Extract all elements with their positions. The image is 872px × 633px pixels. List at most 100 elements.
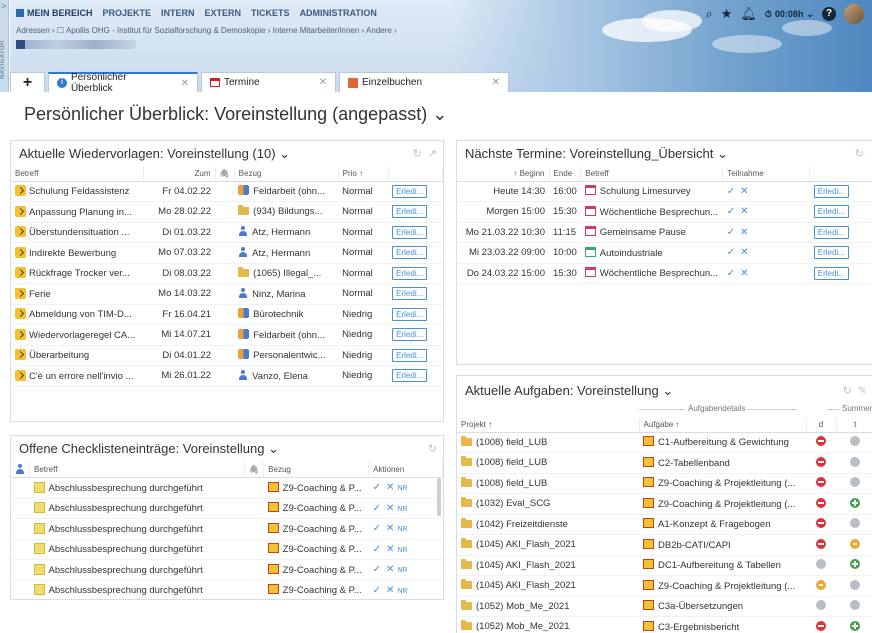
table-row[interactable]: (1008) field_LUB C2-Tabellenband xyxy=(457,452,872,474)
check-icon[interactable]: ✓ xyxy=(373,482,381,493)
row-betreff[interactable]: Anpassung Planung in... xyxy=(11,201,143,223)
table-row[interactable]: (1008) field_LUB C1-Aufbereitung & Gewich… xyxy=(457,432,872,453)
menu-extern[interactable]: EXTERN xyxy=(205,8,242,18)
navigator-expand-icon[interactable]: > xyxy=(1,2,6,11)
navigator-rail[interactable]: > NAVIGATOR xyxy=(0,0,9,92)
close-icon[interactable]: ✕ xyxy=(486,77,500,88)
table-row[interactable]: Heute 14:30 16:00 Schulung Limesurvey ✓ ✕ Erl… xyxy=(457,181,872,202)
refresh-icon[interactable]: ↻ xyxy=(413,147,422,160)
row-betreff[interactable]: Abschlussbesprechung durchgeführt xyxy=(29,580,245,599)
panel-title[interactable]: Aktuelle Aufgaben: Voreinstellung ⌄ xyxy=(465,383,673,399)
row-bezug[interactable]: (934) Bildungs... xyxy=(234,201,339,223)
col-betreff[interactable]: Betreff xyxy=(11,167,144,182)
row-betreff[interactable]: Schulung Feldassistenz xyxy=(11,181,143,202)
row-bezug[interactable]: Ninz, Marina xyxy=(234,283,339,305)
col-betreff[interactable]: Betreff xyxy=(580,167,724,182)
row-bezug[interactable]: Personalentwic... xyxy=(234,345,339,366)
erledigt-button[interactable]: Erledi... xyxy=(813,205,849,219)
row-betreff[interactable]: Abschlussbesprechung durchgeführt xyxy=(29,539,245,560)
table-row[interactable]: Überstundensituation ... Di 01.03.22 Atz, … xyxy=(11,222,443,243)
tab-termine[interactable]: Termine ✕ xyxy=(201,72,336,92)
erledigt-button[interactable]: Erledi... xyxy=(813,266,849,280)
erledigt-button[interactable]: Erledi... xyxy=(392,205,428,219)
open-external-icon[interactable]: ↗ xyxy=(428,147,437,160)
col-ende[interactable]: Ende xyxy=(549,167,582,182)
check-icon[interactable]: ✓ xyxy=(373,585,381,596)
row-projekt[interactable]: (1052) Mob_Me_2021 xyxy=(457,596,639,617)
erledigt-button[interactable]: Erledi... xyxy=(392,287,428,301)
row-betreff[interactable]: Gemeinsame Pause xyxy=(580,222,723,243)
row-aufgabe[interactable]: C3a-Übersetzungen xyxy=(639,596,806,617)
panel-title[interactable]: Aktuelle Wiedervorlagen: Voreinstellung … xyxy=(19,146,290,162)
accept-icon[interactable]: ✓ xyxy=(727,247,735,258)
table-row[interactable]: Überarbeitung Di 04.01.22 Personalentwic..… xyxy=(11,345,443,366)
row-aufgabe[interactable]: A1-Konzept & Fragebogen xyxy=(639,514,806,535)
row-aufgabe[interactable]: DC1-Aufbereitung & Tabellen xyxy=(639,555,806,576)
accept-icon[interactable]: ✓ xyxy=(727,227,735,238)
erledigt-button[interactable]: Erledi... xyxy=(813,184,849,198)
row-aufgabe[interactable]: Z9-Coaching & Projektleitung (... xyxy=(639,473,806,494)
decline-icon[interactable]: ✕ xyxy=(740,268,748,279)
table-row[interactable]: Wiedervorlageregel CA... Mi 14.07.21 Felda… xyxy=(11,324,443,346)
table-row[interactable]: Abschlussbesprechung durchgeführt Z9-Coac… xyxy=(11,580,443,599)
row-projekt[interactable]: (1045) AKI_Flash_2021 xyxy=(457,534,639,556)
table-row[interactable]: Ferie Mo 14.03.22 Ninz, Marina Normal Erledi… xyxy=(11,283,443,305)
check-icon[interactable]: ✓ xyxy=(373,564,381,575)
row-betreff[interactable]: Ferie xyxy=(11,283,143,305)
decline-icon[interactable]: ✕ xyxy=(740,247,748,258)
erledigt-button[interactable]: Erledi... xyxy=(813,225,849,239)
row-aufgabe[interactable]: Z9-Coaching & Projektleitung (... xyxy=(639,575,806,597)
row-bezug[interactable]: Z9-Coaching & P... xyxy=(263,518,369,540)
help-icon[interactable]: ? xyxy=(822,7,836,21)
add-tab-button[interactable]: + xyxy=(10,72,45,92)
row-projekt[interactable]: (1052) Mob_Me_2021 xyxy=(457,616,639,633)
time-tracker[interactable]: ⏱︎ 00:08h ⌄ xyxy=(765,9,814,20)
panel-title[interactable]: Nächste Termine: Voreinstellung_Übersich… xyxy=(465,146,728,162)
erledigt-button[interactable]: Erledi... xyxy=(392,369,428,383)
row-projekt[interactable]: (1045) AKI_Flash_2021 xyxy=(457,575,639,597)
col-aufgabe[interactable]: Aufgabe ↑ xyxy=(639,418,807,433)
col-bezug[interactable]: Bezug xyxy=(263,462,370,478)
row-projekt[interactable]: (1045) AKI_Flash_2021 xyxy=(457,555,639,576)
close-icon[interactable]: ✕ xyxy=(386,544,394,555)
close-icon[interactable]: ✕ xyxy=(386,585,394,596)
row-bezug[interactable]: Z9-Coaching & P... xyxy=(263,539,369,560)
row-aufgabe[interactable]: C2-Tabellenband xyxy=(639,452,806,474)
table-row[interactable]: Rückfrage Trocker ver... Di 08.03.22 (1065… xyxy=(11,263,443,284)
col-zum[interactable]: Zum xyxy=(143,167,216,182)
table-row[interactable]: (1042) Freizeitdienste A1-Konzept & Frage… xyxy=(457,514,872,535)
col-beginn[interactable]: ↑ Beginn xyxy=(457,167,550,182)
close-icon[interactable]: ✕ xyxy=(313,77,327,88)
close-icon[interactable]: ✕ xyxy=(386,523,394,534)
menu-intern[interactable]: INTERN xyxy=(161,8,195,18)
tab-persoenlicher-ueberblick[interactable]: i Persönlicher Überblick ✕ xyxy=(48,72,198,94)
erledigt-button[interactable]: Erledi... xyxy=(392,348,428,362)
erledigt-button[interactable]: Erledi... xyxy=(392,307,428,321)
menu-projekte[interactable]: PROJEKTE xyxy=(103,8,152,18)
bell-icon[interactable]: 🔔︎ xyxy=(740,6,757,22)
accept-icon[interactable]: ✓ xyxy=(727,186,735,197)
row-aufgabe[interactable]: Z9-Coaching & Projektleitung (... xyxy=(639,493,806,515)
row-betreff[interactable]: Abschlussbesprechung durchgeführt xyxy=(29,559,245,581)
breadcrumb[interactable]: Adressen › ☐ Apollis OHG - Institut für … xyxy=(16,26,397,35)
row-betreff[interactable]: Indirekte Bewerbung xyxy=(11,242,143,264)
nr-button[interactable]: NR xyxy=(397,567,407,574)
nr-button[interactable]: NR xyxy=(397,506,407,513)
col-projekt[interactable]: Projekt ↑ xyxy=(457,418,640,433)
nr-button[interactable]: NR xyxy=(397,485,407,492)
row-aufgabe[interactable]: DB2b-CATI/CAPI xyxy=(639,534,806,556)
row-betreff[interactable]: Wiedervorlageregel CA... xyxy=(11,324,143,346)
table-row[interactable]: (1052) Mob_Me_2021 C3a-Übersetzungen xyxy=(457,596,872,617)
table-row[interactable]: Abschlussbesprechung durchgeführt Z9-Coac… xyxy=(11,518,443,540)
row-projekt[interactable]: (1042) Freizeitdienste xyxy=(457,514,639,535)
row-projekt[interactable]: (1032) Eval_SCG xyxy=(457,493,639,515)
col-betreff[interactable]: Betreff xyxy=(29,462,245,478)
erledigt-button[interactable]: Erledi... xyxy=(392,225,428,239)
row-betreff[interactable]: Schulung Limesurvey xyxy=(580,181,723,202)
search-icon[interactable]: ⌕ xyxy=(705,6,712,22)
row-bezug[interactable]: Z9-Coaching & P... xyxy=(263,580,369,599)
decline-icon[interactable]: ✕ xyxy=(740,206,748,217)
row-betreff[interactable]: Abschlussbesprechung durchgeführt xyxy=(29,477,245,499)
nr-button[interactable]: NR xyxy=(397,588,407,595)
row-betreff[interactable]: Wöchentliche Besprechun... xyxy=(580,263,723,284)
